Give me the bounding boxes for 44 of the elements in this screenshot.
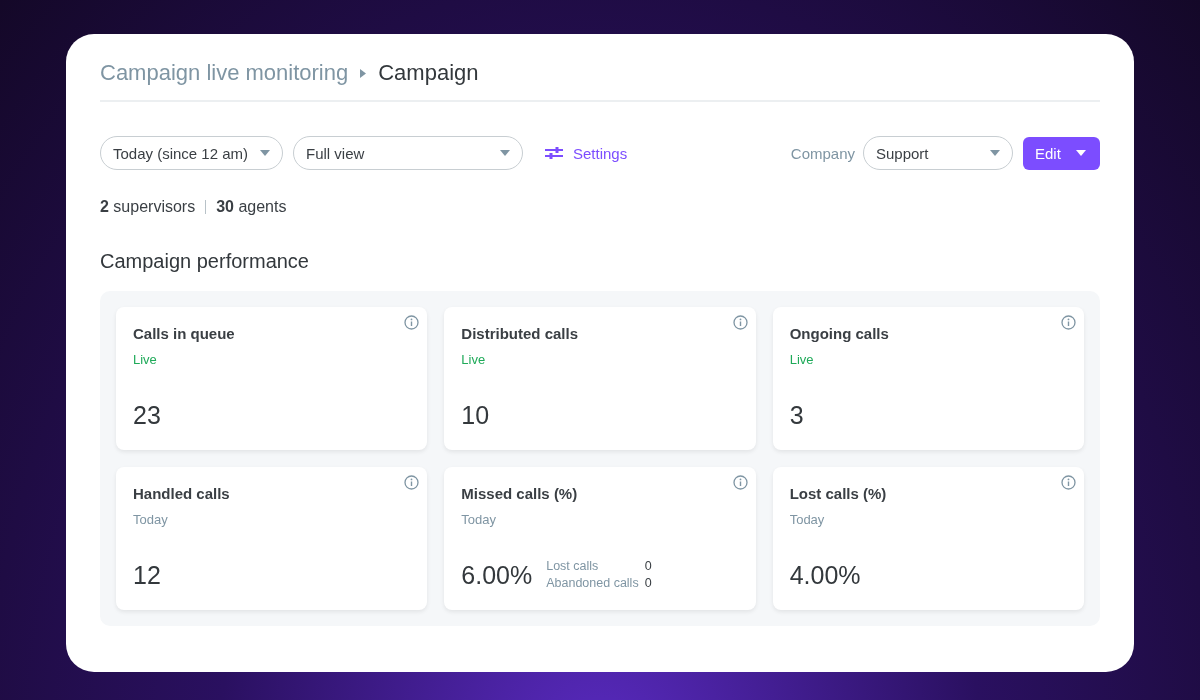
count-text: 2 supervisors <box>100 198 196 216</box>
caret-icon <box>1076 150 1086 156</box>
caret-icon <box>990 150 1000 156</box>
detail-label: Abandoned calls <box>546 575 639 592</box>
edit-button[interactable]: Edit <box>1023 136 1100 170</box>
section-title: Campaign performance <box>100 250 310 273</box>
info-icon[interactable] <box>732 315 748 330</box>
detail-label: Lost calls <box>546 558 600 575</box>
metric-period: Today <box>133 512 169 527</box>
page-title: Campaign <box>378 60 479 86</box>
metric-value: 10 <box>461 403 490 428</box>
metric-title: Lost calls (%) <box>789 485 888 502</box>
metric-period: Live <box>133 352 158 367</box>
metric-value: 3 <box>789 403 804 428</box>
metric-value: 6.00% <box>461 563 533 588</box>
metric-value: 4.00% <box>789 563 861 588</box>
caret-icon <box>260 150 270 156</box>
info-icon[interactable] <box>404 475 420 490</box>
company-dropdown[interactable]: Support <box>863 136 1013 170</box>
metric-title: Handled calls <box>133 485 231 502</box>
detail-value: 0 <box>644 575 652 592</box>
info-icon[interactable] <box>732 475 748 490</box>
metric-period: Today <box>461 512 498 527</box>
period-dropdown[interactable]: Today (since 12 am) <box>100 136 283 170</box>
caret-icon <box>500 150 510 156</box>
metric-period: Today <box>789 512 826 527</box>
info-icon[interactable] <box>1061 315 1076 330</box>
detail-value: 0 <box>644 558 652 575</box>
settings-button[interactable]: Settings <box>539 143 634 163</box>
metric-title: Calls in queue <box>133 325 236 342</box>
metric-period: Live <box>461 352 487 367</box>
sliders-icon <box>545 146 563 160</box>
metric-title: Missed calls (%) <box>461 485 579 502</box>
metric-period: Live <box>789 352 815 367</box>
metric-value: 23 <box>133 403 161 428</box>
info-icon[interactable] <box>1061 475 1076 490</box>
info-icon[interactable] <box>404 315 420 330</box>
view-dropdown[interactable]: Full view <box>293 136 523 170</box>
metric-title: Ongoing calls <box>789 325 890 342</box>
company-label: Company <box>790 144 855 162</box>
metric-title: Distributed calls <box>461 325 580 342</box>
chevron-right-icon <box>360 68 367 78</box>
metric-value: 12 <box>133 563 161 588</box>
count-text: 30 agents <box>216 198 287 216</box>
